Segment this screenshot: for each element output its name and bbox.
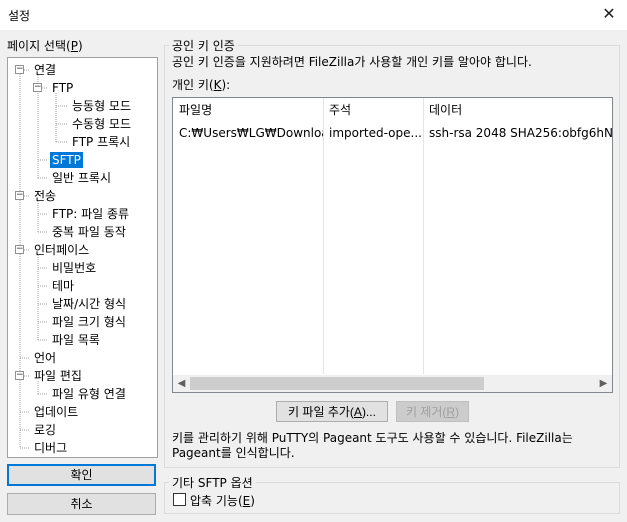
compression-checkbox[interactable] [173,493,186,506]
tree-item[interactable]: 로깅 [32,422,58,438]
collapse-icon[interactable]: − [15,245,24,254]
other-sftp-options-title: 기타 SFTP 옵션 [169,474,256,491]
list-header: 파일명 주석 데이터 [173,98,612,122]
tree-item[interactable]: SFTP [50,152,83,168]
column-header-data[interactable]: 데이터 [423,98,612,122]
cell-filename: C:₩Users₩LG₩Downloa... [179,126,323,140]
close-icon[interactable]: ✕ [599,4,619,24]
tree-item[interactable]: 비밀번호 [50,260,98,276]
tree-item[interactable]: 인터페이스 [32,242,91,258]
settings-tree[interactable]: 연결 − FTP − 능동형 모드 수동형 모드 FTP 프록시 SFTP 일반 프록시 전송 − F… [7,57,158,458]
tree-item[interactable]: 수동형 모드 [70,116,133,132]
collapse-icon[interactable]: − [15,65,24,74]
public-key-auth-title: 공인 키 인증 [169,37,238,54]
scroll-thumb[interactable] [190,377,484,390]
title-bar: 설정 ✕ [0,0,627,30]
ok-button[interactable]: 확인 [7,464,156,486]
tree-item[interactable]: 날짜/시간 형식 [50,296,128,312]
collapse-icon[interactable]: − [15,371,24,380]
tree-item[interactable]: 파일 편집 [32,368,84,384]
tree-item[interactable]: 능동형 모드 [70,98,133,114]
tree-item[interactable]: 업데이트 [32,404,80,420]
scroll-left-icon[interactable]: ◀ [173,375,190,392]
tree-item[interactable]: 테마 [50,278,76,294]
cell-data: ssh-rsa 2048 SHA256:obfg6hNLu [429,126,612,140]
tree-item[interactable]: 파일 유형 연결 [50,386,128,402]
tree-item[interactable]: 전송 [32,188,58,204]
add-key-file-button[interactable]: 키 파일 추가(A)... [276,401,388,422]
column-header-filename[interactable]: 파일명 [173,98,323,122]
private-keys-label: 개인 키(K): [172,78,231,92]
private-keys-list[interactable]: 파일명 주석 데이터 C:₩Users₩LG₩Downloa... import… [172,97,613,393]
collapse-icon[interactable]: − [15,191,24,200]
collapse-icon[interactable]: − [33,83,42,92]
tree-item[interactable]: 파일 목록 [50,332,102,348]
column-header-comment[interactable]: 주석 [323,98,423,122]
tree-item[interactable]: 일반 프록시 [50,170,113,186]
remove-key-button[interactable]: 키 제거(R) [396,401,469,422]
tree-item[interactable]: 디버그 [32,440,69,456]
scroll-right-icon[interactable]: ▶ [595,375,612,392]
tree-item[interactable]: FTP 프록시 [70,134,132,150]
tree-item[interactable]: 연결 [32,62,58,78]
cell-comment: imported-ope... [329,126,422,140]
compression-label[interactable]: 압축 기능(E) [190,492,255,509]
tree-item[interactable]: FTP [50,80,75,96]
tree-item[interactable]: FTP: 파일 종류 [50,206,131,222]
public-key-description: 공인 키 인증을 지원하려면 FileZilla가 사용할 개인 키를 알아야 … [172,55,532,69]
select-page-label: 페이지 선택(P) [7,39,83,53]
tree-item[interactable]: 언어 [32,350,58,366]
cancel-button[interactable]: 취소 [7,493,156,515]
window-title: 설정 [8,9,31,23]
tree-item[interactable]: 파일 크기 형식 [50,314,128,330]
horizontal-scrollbar[interactable]: ◀ ▶ [173,375,612,392]
pageant-info-line2: Pageant를 인식합니다. [172,446,295,460]
tree-item[interactable]: 중복 파일 동작 [50,224,128,240]
